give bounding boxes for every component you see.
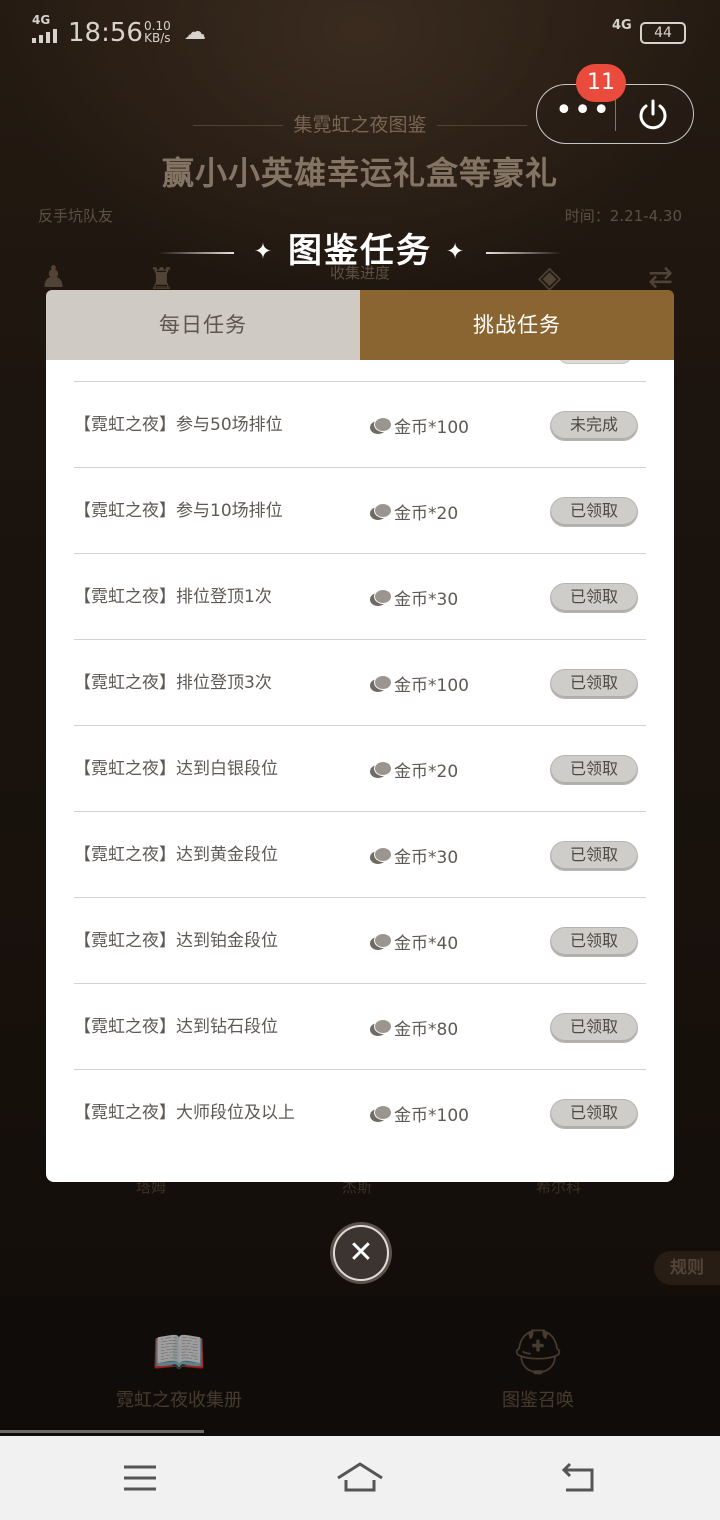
task-status-button[interactable]: 已领取 bbox=[550, 755, 638, 785]
modal-title-text: 图鉴任务 bbox=[288, 231, 432, 271]
title-decoration-right bbox=[486, 251, 563, 254]
menu-icon[interactable] bbox=[118, 1456, 162, 1500]
coin-icon bbox=[370, 932, 392, 950]
coin-icon bbox=[370, 416, 392, 434]
task-row: 【霓虹之夜】大师段位及以上 金币*100 已领取 bbox=[74, 1070, 646, 1156]
coin-icon bbox=[370, 1018, 392, 1036]
task-status-button[interactable]: 已领取 bbox=[550, 583, 638, 613]
status-pill-partial bbox=[558, 360, 632, 364]
task-row: 【霓虹之夜】参与10场排位 金币*20 已领取 bbox=[74, 468, 646, 554]
battery-icon: 44 bbox=[640, 22, 686, 44]
notification-badge: 11 bbox=[576, 64, 626, 102]
task-status-button[interactable]: 未完成 bbox=[550, 411, 638, 441]
sparkle-icon: ✦ bbox=[445, 239, 467, 265]
network-speed: 0.10 KB/s bbox=[144, 19, 171, 45]
task-row: 【霓虹之夜】达到铂金段位 金币*40 已领取 bbox=[74, 898, 646, 984]
battery-level: 44 bbox=[654, 25, 672, 41]
tab-daily-tasks[interactable]: 每日任务 bbox=[46, 290, 360, 360]
system-navigation-bar bbox=[0, 1430, 720, 1520]
task-reward: 金币*100 bbox=[370, 382, 469, 468]
task-name: 【霓虹之夜】达到铂金段位 bbox=[74, 931, 278, 951]
task-reward: 金币*40 bbox=[370, 898, 458, 984]
task-row: 【霓虹之夜】排位登顶1次 金币*30 已领取 bbox=[74, 554, 646, 640]
coin-icon bbox=[370, 846, 392, 864]
modal-title: ✦ 图鉴任务 ✦ bbox=[0, 226, 720, 276]
coin-icon bbox=[370, 502, 392, 520]
signal-bars-icon bbox=[32, 29, 57, 43]
task-reward: 金币*100 bbox=[370, 1070, 469, 1156]
task-list: 【霓虹之夜】参与50场排位 金币*100 未完成 【霓虹之夜】参与10场排位 金… bbox=[74, 382, 646, 1156]
task-reward: 金币*20 bbox=[370, 468, 458, 554]
task-row: 【霓虹之夜】达到黄金段位 金币*30 已领取 bbox=[74, 812, 646, 898]
scroll-indicator bbox=[0, 1430, 204, 1433]
task-name: 【霓虹之夜】达到白银段位 bbox=[74, 759, 278, 779]
task-status-button[interactable]: 已领取 bbox=[550, 497, 638, 527]
close-modal-button[interactable]: ✕ bbox=[333, 1225, 389, 1281]
task-row: 【霓虹之夜】达到钻石段位 金币*80 已领取 bbox=[74, 984, 646, 1070]
task-name: 【霓虹之夜】大师段位及以上 bbox=[74, 1103, 295, 1123]
tab-challenge-tasks[interactable]: 挑战任务 bbox=[360, 290, 674, 360]
title-decoration-left bbox=[157, 251, 234, 254]
task-name: 【霓虹之夜】达到钻石段位 bbox=[74, 1017, 278, 1037]
coin-icon bbox=[370, 760, 392, 778]
back-icon[interactable] bbox=[556, 1456, 600, 1500]
task-status-button[interactable]: 已领取 bbox=[550, 927, 638, 957]
task-row: 【霓虹之夜】达到白银段位 金币*20 已领取 bbox=[74, 726, 646, 812]
cloud-icon: ☁ bbox=[184, 20, 206, 45]
task-name: 【霓虹之夜】参与50场排位 bbox=[74, 415, 283, 435]
task-status-button[interactable]: 已领取 bbox=[550, 1013, 638, 1043]
task-name: 【霓虹之夜】排位登顶1次 bbox=[74, 587, 272, 607]
home-icon[interactable] bbox=[336, 1456, 384, 1500]
coin-icon bbox=[370, 588, 392, 606]
power-icon[interactable] bbox=[635, 97, 671, 133]
clock: 18:56 bbox=[68, 18, 143, 48]
task-row: 【霓虹之夜】排位登顶3次 金币*100 已领取 bbox=[74, 640, 646, 726]
close-icon: ✕ bbox=[348, 1235, 374, 1270]
coin-icon bbox=[370, 1104, 392, 1122]
task-status-button[interactable]: 已领取 bbox=[550, 841, 638, 871]
sparkle-icon: ✦ bbox=[253, 239, 275, 265]
task-status-button[interactable]: 已领取 bbox=[550, 669, 638, 699]
coin-icon bbox=[370, 674, 392, 692]
capsule-divider bbox=[615, 99, 616, 131]
task-tabs: 每日任务 挑战任务 bbox=[46, 290, 674, 360]
task-status-button[interactable]: 已领取 bbox=[550, 1099, 638, 1129]
task-name: 【霓虹之夜】参与10场排位 bbox=[74, 501, 283, 521]
task-row-partial bbox=[74, 360, 646, 382]
task-name: 【霓虹之夜】排位登顶3次 bbox=[74, 673, 272, 693]
task-reward: 金币*30 bbox=[370, 812, 458, 898]
task-reward: 金币*100 bbox=[370, 640, 469, 726]
status-bar: 4G 18:56 0.10 KB/s ☁ 4G 44 bbox=[0, 0, 720, 66]
task-name: 【霓虹之夜】达到黄金段位 bbox=[74, 845, 278, 865]
task-reward: 金币*80 bbox=[370, 984, 458, 1070]
task-reward: 金币*30 bbox=[370, 554, 458, 640]
cellular-signal: 4G bbox=[32, 14, 57, 43]
network-type: 4G bbox=[612, 18, 632, 33]
task-reward: 金币*20 bbox=[370, 726, 458, 812]
task-row: 【霓虹之夜】参与50场排位 金币*100 未完成 bbox=[74, 382, 646, 468]
task-panel[interactable]: 【霓虹之夜】参与50场排位 金币*100 未完成 【霓虹之夜】参与10场排位 金… bbox=[46, 360, 674, 1182]
